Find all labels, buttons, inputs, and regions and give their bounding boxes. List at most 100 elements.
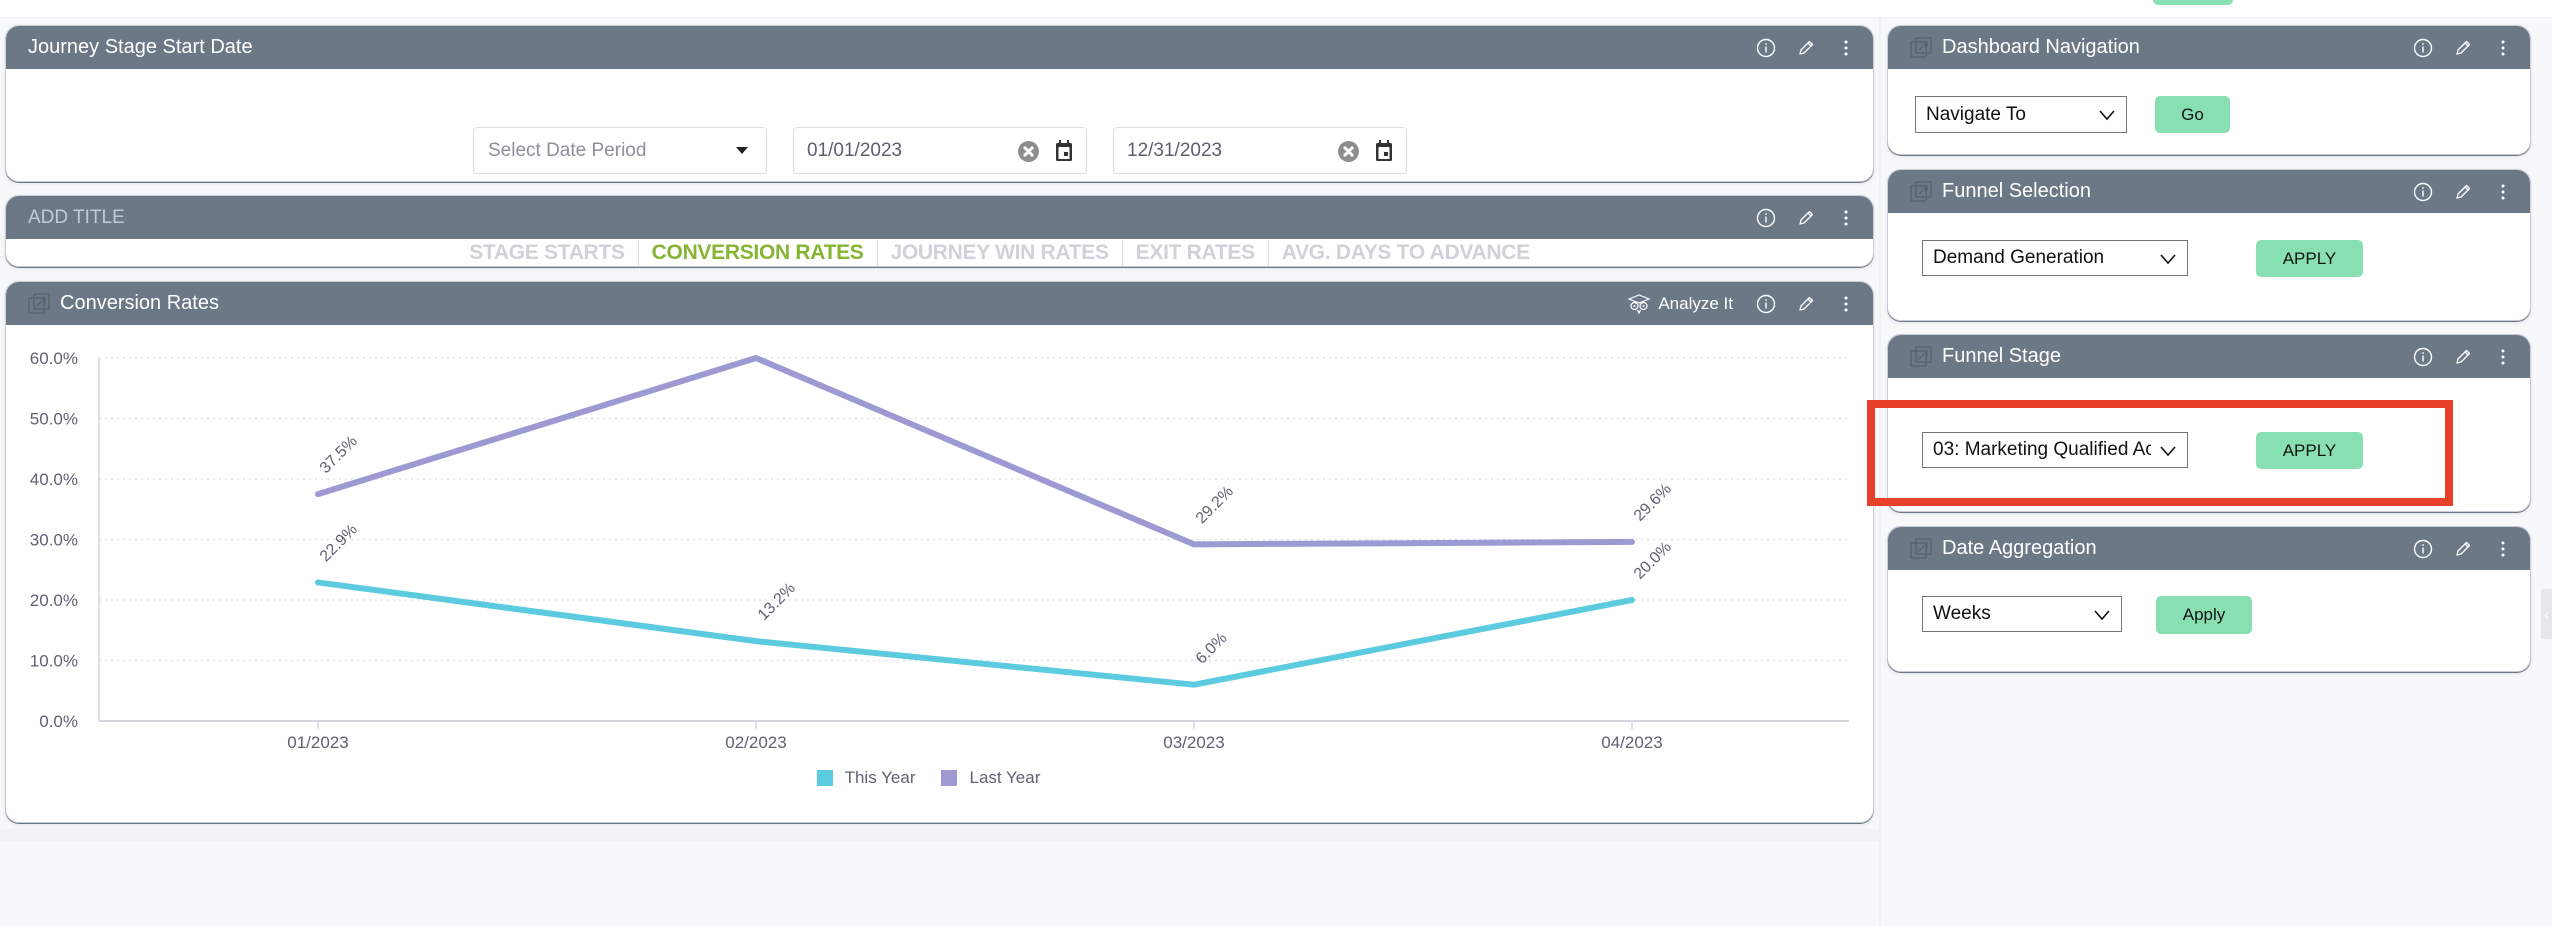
- chevron-down-icon: [2093, 606, 2111, 624]
- panel-header: ADD TITLE: [6, 196, 1873, 239]
- tab-avg-days-to-advance[interactable]: AVG. DAYS TO ADVANCE: [1269, 240, 1543, 266]
- series-line-this-year: [315, 579, 1635, 688]
- legend-item-this-year[interactable]: This Year: [816, 768, 916, 788]
- apply-button[interactable]: APPLY: [2256, 432, 2363, 469]
- date-aggregation-panel: Date Aggregation Weeks Apply: [1887, 526, 2531, 672]
- chart-legend: This Year Last Year: [6, 768, 1873, 788]
- top-strip: [0, 0, 2552, 18]
- go-button[interactable]: Go: [2155, 96, 2230, 133]
- pencil-icon[interactable]: [2452, 346, 2474, 368]
- apply-button[interactable]: APPLY: [2256, 240, 2363, 277]
- panel-header: Conversion Rates Analyze It: [6, 282, 1873, 325]
- y-tick-label: 50.0%: [30, 410, 78, 429]
- funnel-stage-select[interactable]: 03: Marketing Qualified Ac: [1922, 432, 2188, 468]
- kebab-menu-icon[interactable]: [2492, 181, 2514, 203]
- kebab-menu-icon[interactable]: [1835, 37, 1857, 59]
- caret-down-icon: [736, 147, 748, 154]
- clear-icon[interactable]: [1338, 141, 1359, 162]
- series-line-last-year: [315, 355, 1635, 548]
- pencil-icon[interactable]: [1795, 37, 1817, 59]
- owl-graduation-icon: [1627, 293, 1651, 314]
- kebab-menu-icon[interactable]: [2492, 538, 2514, 560]
- legend-label: This Year: [844, 768, 916, 787]
- y-tick-label: 20.0%: [30, 591, 78, 610]
- info-icon[interactable]: [2412, 181, 2434, 203]
- chevron-down-icon: [2159, 442, 2177, 460]
- panel-header: Funnel Selection: [1888, 170, 2530, 213]
- x-tick-label: 02/2023: [725, 733, 786, 752]
- add-title-placeholder[interactable]: ADD TITLE: [28, 207, 1755, 229]
- x-tick-label: 01/2023: [287, 733, 348, 752]
- pencil-icon[interactable]: [2452, 181, 2474, 203]
- date-aggregation-select[interactable]: Weeks: [1922, 596, 2122, 632]
- expand-icon[interactable]: [1910, 346, 1932, 368]
- chevron-left-icon: ‹: [2544, 606, 2549, 622]
- clear-icon[interactable]: [1018, 141, 1039, 162]
- top-partial-button[interactable]: [2153, 0, 2233, 5]
- expand-icon[interactable]: [1910, 181, 1932, 203]
- info-icon[interactable]: [1755, 37, 1777, 59]
- tab-stage-starts[interactable]: STAGE STARTS: [456, 240, 639, 266]
- apply-button[interactable]: Apply: [2156, 596, 2252, 634]
- select-value: Weeks: [1933, 603, 1991, 624]
- panel-title: Date Aggregation: [1942, 537, 2097, 559]
- start-date-field[interactable]: 01/01/2023: [793, 127, 1087, 174]
- expand-icon[interactable]: [1910, 37, 1932, 59]
- pencil-icon[interactable]: [2452, 37, 2474, 59]
- tab-conversion-rates[interactable]: CONVERSION RATES: [639, 240, 878, 266]
- info-icon[interactable]: [2412, 346, 2434, 368]
- x-axis: 01/2023 02/2023 03/2023 04/2023: [98, 358, 1849, 752]
- pencil-icon[interactable]: [1795, 293, 1817, 315]
- data-label: 37.5%: [317, 433, 361, 477]
- analyze-it-button[interactable]: Analyze It: [1626, 294, 1733, 314]
- expand-icon[interactable]: [28, 293, 50, 315]
- end-date-field[interactable]: 12/31/2023: [1113, 127, 1407, 174]
- tabs-panel: ADD TITLE STAGE STARTS CONVERSION RATES …: [5, 195, 1874, 267]
- panel-header: Journey Stage Start Date: [6, 26, 1873, 69]
- kebab-menu-icon[interactable]: [1835, 207, 1857, 229]
- tab-journey-win-rates[interactable]: JOURNEY WIN RATES: [878, 240, 1123, 266]
- funnel-select[interactable]: Demand Generation: [1922, 240, 2188, 276]
- analyze-it-label: Analyze It: [1658, 293, 1733, 313]
- data-label: 20.0%: [1631, 539, 1675, 583]
- legend-label: Last Year: [969, 768, 1041, 787]
- panel-title: Funnel Selection: [1942, 180, 2091, 202]
- legend-swatch-last-year: [941, 770, 958, 786]
- metric-tabs: STAGE STARTS CONVERSION RATES JOURNEY WI…: [6, 239, 1873, 266]
- data-label: 13.2%: [755, 580, 799, 624]
- sidebar-collapse-handle[interactable]: ‹: [2541, 589, 2552, 639]
- pencil-icon[interactable]: [2452, 538, 2474, 560]
- info-icon[interactable]: [1755, 293, 1777, 315]
- panel-title: Dashboard Navigation: [1942, 36, 2140, 58]
- kebab-menu-icon[interactable]: [2492, 37, 2514, 59]
- panel-header: Date Aggregation: [1888, 527, 2530, 570]
- y-tick-label: 0.0%: [39, 712, 78, 731]
- pencil-icon[interactable]: [1795, 207, 1817, 229]
- tab-exit-rates[interactable]: EXIT RATES: [1123, 240, 1269, 266]
- info-icon[interactable]: [1755, 207, 1777, 229]
- panel-header: Dashboard Navigation: [1888, 26, 2530, 69]
- date-period-select[interactable]: Select Date Period: [473, 127, 767, 174]
- x-tick-label: 03/2023: [1163, 733, 1224, 752]
- column-divider: [1879, 18, 1881, 926]
- data-label: 22.9%: [317, 521, 361, 565]
- calendar-icon[interactable]: [1055, 140, 1073, 162]
- panel-header: Funnel Stage: [1888, 335, 2530, 378]
- y-tick-label: 10.0%: [30, 652, 78, 671]
- panel-title: Funnel Stage: [1942, 345, 2061, 367]
- chart-gridlines: [99, 357, 1849, 662]
- y-axis-ticks: 0.0% 10.0% 20.0% 30.0% 40.0% 50.0% 60.0%: [30, 349, 78, 731]
- info-icon[interactable]: [2412, 538, 2434, 560]
- chevron-down-icon: [2098, 106, 2116, 124]
- kebab-menu-icon[interactable]: [2492, 346, 2514, 368]
- calendar-icon[interactable]: [1375, 140, 1393, 162]
- kebab-menu-icon[interactable]: [1835, 293, 1857, 315]
- expand-icon[interactable]: [1910, 538, 1932, 560]
- select-value: Navigate To: [1926, 103, 2026, 125]
- conversion-rates-chart: 0.0% 10.0% 20.0% 30.0% 40.0% 50.0% 60.0% 01/20…: [30, 349, 1849, 752]
- legend-item-last-year[interactable]: Last Year: [941, 768, 1040, 788]
- journey-stage-start-date-panel: Journey Stage Start Date Select Date Per…: [5, 25, 1874, 182]
- left-column-bottom-band: [0, 829, 1879, 841]
- navigate-to-select[interactable]: Navigate To: [1915, 96, 2127, 133]
- info-icon[interactable]: [2412, 37, 2434, 59]
